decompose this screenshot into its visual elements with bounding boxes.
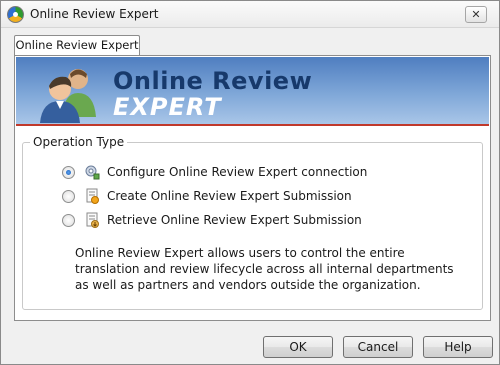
banner-title-line1: Online Review: [113, 67, 313, 95]
help-button[interactable]: Help: [423, 336, 493, 358]
dialog-window: Online Review Expert ✕ Online Review Exp…: [0, 0, 500, 365]
users-icon: [40, 69, 96, 123]
radio-retrieve-submission[interactable]: [62, 213, 75, 227]
tab-panel: Online Review EXPERT Operation Type Conf…: [14, 55, 491, 321]
description-text: Online Review Expert allows users to con…: [75, 246, 454, 292]
option-configure-connection[interactable]: Configure Online Review Expert connectio…: [62, 162, 367, 182]
option-label: Retrieve Online Review Expert Submission: [107, 213, 362, 227]
option-label: Configure Online Review Expert connectio…: [107, 165, 368, 179]
group-title: Operation Type: [30, 135, 128, 149]
option-retrieve-submission[interactable]: Retrieve Online Review Expert Submission: [62, 210, 362, 230]
close-icon: ✕: [471, 8, 481, 21]
product-banner: Online Review EXPERT: [16, 57, 489, 126]
tab-label: Online Review Expert: [15, 38, 139, 52]
option-label: Create Online Review Expert Submission: [107, 189, 352, 203]
tab-online-review-expert[interactable]: Online Review Expert: [14, 35, 140, 56]
close-button[interactable]: ✕: [465, 6, 487, 23]
option-create-submission[interactable]: Create Online Review Expert Submission: [62, 186, 352, 206]
create-submission-icon: [86, 188, 99, 204]
radio-create-submission[interactable]: [62, 189, 75, 203]
operation-type-group: Operation Type Configure Online Review E…: [22, 135, 483, 310]
radio-configure-connection[interactable]: [62, 165, 75, 179]
connection-config-icon: [85, 165, 100, 180]
window-title: Online Review Expert: [30, 7, 159, 21]
cancel-button[interactable]: Cancel: [343, 336, 413, 358]
retrieve-submission-icon: [86, 212, 99, 228]
app-logo-icon: [7, 6, 24, 23]
banner-title-line2: EXPERT: [113, 93, 222, 121]
title-bar[interactable]: Online Review Expert ✕: [1, 1, 499, 28]
ok-button[interactable]: OK: [263, 336, 333, 358]
